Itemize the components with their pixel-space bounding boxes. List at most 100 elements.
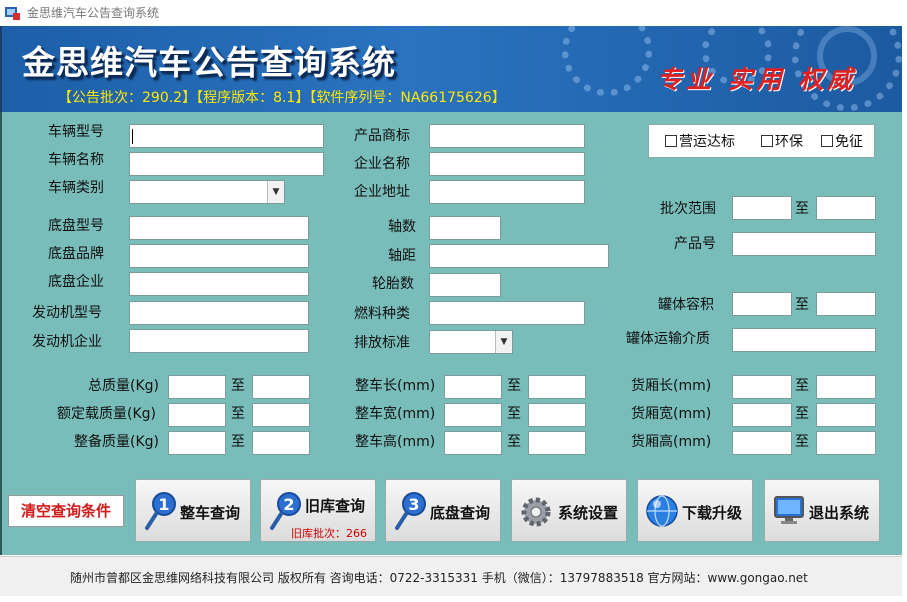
header-banner: 金思维汽车公告查询系统 【公告批次：290.2】【程序版本：8.1】【软件序列号… — [0, 26, 902, 112]
cargo-height-label: 货厢高(mm) — [631, 434, 712, 450]
exempt-checkbox[interactable]: 免征 — [821, 133, 863, 151]
range-to-label: 至 — [507, 406, 521, 422]
tank-volume-label: 罐体容积 — [658, 297, 714, 313]
width-to-input[interactable] — [528, 403, 586, 427]
curb-mass-from-input[interactable] — [168, 431, 226, 455]
cargo-length-to-input[interactable] — [816, 375, 876, 399]
batch-range-to-input[interactable] — [816, 196, 876, 220]
wheelbase-label: 轴距 — [388, 248, 416, 264]
monitor-icon — [774, 496, 804, 524]
axle-count-input[interactable] — [429, 216, 501, 240]
axle-count-label: 轴数 — [388, 219, 416, 235]
tank-medium-label: 罐体运输介质 — [626, 331, 710, 347]
clear-conditions-button[interactable]: 清空查询条件 — [8, 495, 124, 527]
rated-load-label: 额定载质量(Kg) — [57, 406, 156, 422]
total-mass-from-input[interactable] — [168, 375, 226, 399]
engine-model-input[interactable] — [129, 301, 309, 325]
product-no-label: 产品号 — [674, 236, 716, 252]
vehicle-name-input[interactable] — [129, 152, 324, 176]
download-upgrade-button[interactable]: 下载升级 — [637, 479, 753, 542]
system-settings-label: 系统设置 — [558, 504, 619, 522]
company-name-input[interactable] — [429, 152, 585, 176]
chassis-query-button[interactable]: 3 底盘查询 — [385, 479, 501, 542]
fuel-type-input[interactable] — [429, 301, 585, 325]
wheelbase-input[interactable] — [429, 244, 609, 268]
engine-company-input[interactable] — [129, 329, 309, 353]
exit-system-label: 退出系统 — [809, 504, 870, 522]
app-icon — [5, 7, 20, 20]
engine-company-label: 发动机企业 — [32, 334, 102, 350]
width-label: 整车宽(mm) — [355, 406, 436, 422]
length-to-input[interactable] — [528, 375, 586, 399]
operational-checkbox-label: 营运达标 — [679, 134, 735, 150]
tank-volume-to-input[interactable] — [816, 292, 876, 316]
checkbox-box[interactable] — [665, 135, 677, 147]
vehicle-model-label: 车辆型号 — [48, 124, 104, 140]
range-to-label: 至 — [231, 406, 245, 422]
svg-text:1: 1 — [158, 495, 169, 514]
vehicle-model-input[interactable] — [129, 124, 324, 148]
curb-mass-to-input[interactable] — [252, 431, 310, 455]
tire-count-input[interactable] — [429, 273, 501, 297]
engine-model-label: 发动机型号 — [32, 305, 102, 321]
company-address-input[interactable] — [429, 180, 585, 204]
product-brand-label: 产品商标 — [354, 128, 410, 144]
exempt-checkbox-label: 免征 — [835, 134, 863, 150]
emission-standard-label: 排放标准 — [354, 335, 410, 351]
footer: 随州市曾都区金思维网络科技有限公司 版权所有 咨询电话：0722-3315331… — [0, 556, 902, 596]
height-label: 整车高(mm) — [355, 434, 436, 450]
chassis-brand-input[interactable] — [129, 244, 309, 268]
rated-load-from-input[interactable] — [168, 403, 226, 427]
range-to-label: 至 — [507, 434, 521, 450]
width-from-input[interactable] — [444, 403, 502, 427]
company-name-label: 企业名称 — [354, 156, 410, 172]
company-address-label: 企业地址 — [354, 184, 410, 200]
magnifier-1-icon: 1 — [145, 492, 176, 530]
system-settings-button[interactable]: 系统设置 — [511, 479, 627, 542]
cargo-height-from-input[interactable] — [732, 431, 792, 455]
text-caret — [132, 129, 133, 144]
cargo-length-from-input[interactable] — [732, 375, 792, 399]
exit-system-button[interactable]: 退出系统 — [764, 479, 880, 542]
batch-range-from-input[interactable] — [732, 196, 792, 220]
app-title: 金思维汽车公告查询系统 — [22, 43, 396, 82]
cargo-height-to-input[interactable] — [816, 431, 876, 455]
rated-load-to-input[interactable] — [252, 403, 310, 427]
chevron-down-icon[interactable]: ▼ — [267, 181, 284, 203]
vehicle-category-label: 车辆类别 — [48, 180, 104, 196]
total-mass-to-input[interactable] — [252, 375, 310, 399]
cargo-width-label: 货厢宽(mm) — [631, 406, 712, 422]
vehicle-query-button[interactable]: 1 整车查询 — [135, 479, 251, 542]
height-from-input[interactable] — [444, 431, 502, 455]
cargo-width-to-input[interactable] — [816, 403, 876, 427]
product-no-input[interactable] — [732, 232, 876, 256]
download-upgrade-label: 下载升级 — [682, 504, 743, 522]
emission-standard-select[interactable]: ▼ — [429, 330, 513, 354]
batch-range-label: 批次范围 — [660, 201, 716, 217]
cargo-length-label: 货厢长(mm) — [631, 378, 712, 394]
checkbox-box[interactable] — [821, 135, 833, 147]
tire-count-label: 轮胎数 — [372, 276, 414, 292]
slogan: 专业 实用 权威 — [657, 65, 857, 94]
chevron-down-icon[interactable]: ▼ — [495, 331, 512, 353]
checkbox-box[interactable] — [761, 135, 773, 147]
cargo-width-from-input[interactable] — [732, 403, 792, 427]
eco-checkbox[interactable]: 环保 — [761, 133, 803, 151]
product-brand-input[interactable] — [429, 124, 585, 148]
tank-volume-from-input[interactable] — [732, 292, 792, 316]
old-database-query-button[interactable]: 2 旧库查询 旧库批次：266 — [260, 479, 376, 542]
chassis-company-label: 底盘企业 — [48, 274, 104, 290]
height-to-input[interactable] — [528, 431, 586, 455]
operational-checkbox[interactable]: 营运达标 — [665, 133, 735, 151]
version-info: 【公告批次：290.2】【程序版本：8.1】【软件序列号：NA66175626】 — [58, 90, 506, 106]
range-to-label: 至 — [795, 406, 809, 422]
chassis-company-input[interactable] — [129, 272, 309, 296]
tank-medium-input[interactable] — [732, 328, 876, 352]
chassis-model-input[interactable] — [129, 216, 309, 240]
query-form: 车辆型号 车辆名称 车辆类别 ▼ 底盘型号 底盘品牌 底盘企业 发动机型号 发动… — [0, 112, 902, 555]
vehicle-category-select[interactable]: ▼ — [129, 180, 285, 204]
length-from-input[interactable] — [444, 375, 502, 399]
chassis-model-label: 底盘型号 — [48, 218, 104, 234]
range-to-label: 至 — [795, 201, 809, 217]
range-to-label: 至 — [231, 378, 245, 394]
